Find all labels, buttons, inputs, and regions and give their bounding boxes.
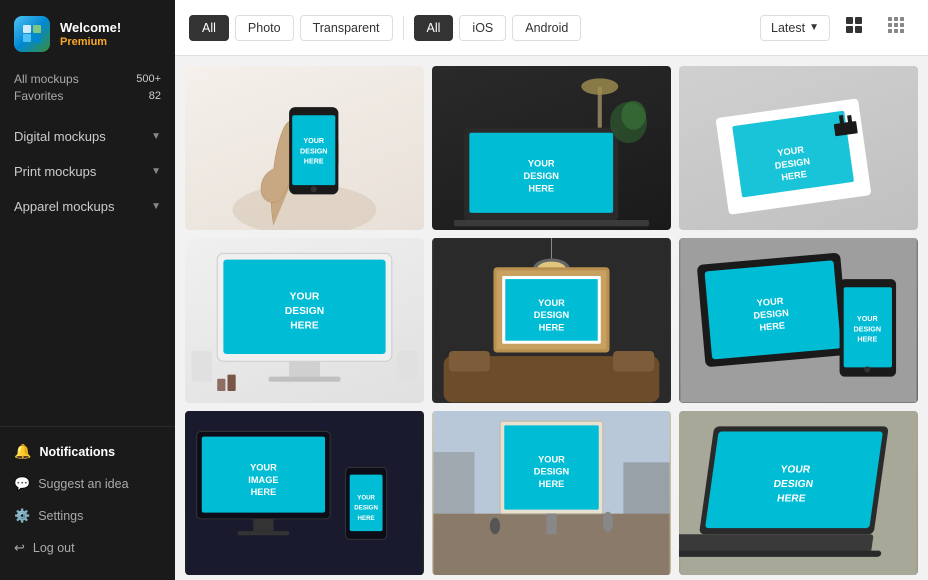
svg-text:HERE: HERE bbox=[251, 487, 277, 497]
svg-text:YOUR: YOUR bbox=[538, 454, 565, 464]
toolbar: All Photo Transparent All iOS Android La… bbox=[175, 0, 928, 56]
sidebar-item-apparel-mockups[interactable]: Apparel mockups ▼ bbox=[0, 189, 175, 224]
multi-device-mockup: YOUR DESIGN HERE YOUR DESIGN HERE bbox=[679, 238, 918, 402]
mockup-card-8[interactable]: YOUR DESIGN HERE bbox=[432, 411, 671, 575]
bell-icon: 🔔 bbox=[14, 443, 31, 460]
stat-all-mockups: All mockups 500+ bbox=[14, 72, 161, 86]
mockup-grid: YOUR DESIGN HERE bbox=[185, 66, 918, 575]
sidebar-item-digital-mockups[interactable]: Digital mockups ▼ bbox=[0, 119, 175, 154]
sort-label: Latest bbox=[771, 21, 805, 35]
svg-text:DESIGN: DESIGN bbox=[524, 171, 560, 181]
logo-title: Welcome! bbox=[60, 20, 121, 36]
laptop-dark-mockup: YOUR DESIGN HERE bbox=[432, 66, 671, 230]
svg-text:YOUR: YOUR bbox=[250, 462, 277, 472]
settings-label: Settings bbox=[38, 509, 83, 523]
svg-text:YOUR: YOUR bbox=[528, 159, 555, 169]
mockup-card-3[interactable]: YOUR DESIGN HERE bbox=[679, 66, 918, 230]
digital-mockups-label: Digital mockups bbox=[14, 129, 106, 144]
svg-text:YOUR: YOUR bbox=[357, 494, 375, 501]
svg-text:YOUR: YOUR bbox=[780, 464, 812, 475]
sidebar-item-print-mockups[interactable]: Print mockups ▼ bbox=[0, 154, 175, 189]
notifications-label: Notifications bbox=[39, 445, 115, 459]
svg-text:HERE: HERE bbox=[857, 336, 877, 344]
grid-3x3-icon bbox=[887, 16, 905, 34]
svg-text:YOUR: YOUR bbox=[538, 298, 565, 308]
logo-subtitle: Premium bbox=[60, 36, 121, 48]
svg-text:HERE: HERE bbox=[539, 479, 565, 489]
logout-icon: ↩ bbox=[14, 540, 25, 556]
svg-text:IMAGE: IMAGE bbox=[248, 475, 278, 485]
stat-label-all: All mockups bbox=[14, 72, 79, 86]
svg-text:DESIGN: DESIGN bbox=[534, 466, 570, 476]
logo-text: Welcome! Premium bbox=[60, 20, 121, 48]
chevron-down-icon: ▼ bbox=[151, 166, 161, 177]
svg-text:DESIGN: DESIGN bbox=[534, 310, 570, 320]
mockup-card-1[interactable]: YOUR DESIGN HERE bbox=[185, 66, 424, 230]
mockup-card-2[interactable]: YOUR DESIGN HERE bbox=[432, 66, 671, 230]
svg-text:HERE: HERE bbox=[528, 183, 554, 193]
mockup-card-9[interactable]: YOUR DESIGN HERE bbox=[679, 411, 918, 575]
gear-icon: ⚙️ bbox=[14, 508, 30, 524]
imac-mockup: YOUR DESIGN HERE bbox=[185, 238, 424, 402]
sidebar-item-logout[interactable]: ↩ Log out bbox=[0, 532, 175, 564]
sort-button[interactable]: Latest ▼ bbox=[760, 15, 830, 41]
svg-text:HERE: HERE bbox=[539, 323, 565, 333]
sidebar-item-notifications[interactable]: 🔔 Notifications bbox=[0, 435, 175, 468]
svg-text:YOUR: YOUR bbox=[303, 137, 325, 145]
svg-text:HERE: HERE bbox=[358, 514, 375, 521]
phone-hand-mockup: YOUR DESIGN HERE bbox=[185, 66, 424, 230]
sidebar-bottom: 🔔 Notifications 💬 Suggest an idea ⚙️ Set… bbox=[0, 426, 175, 580]
chat-icon: 💬 bbox=[14, 476, 30, 492]
sidebar: Welcome! Premium All mockups 500+ Favori… bbox=[0, 0, 175, 580]
svg-text:HERE: HERE bbox=[776, 493, 806, 504]
svg-text:DESIGN: DESIGN bbox=[773, 479, 814, 490]
filter-all-btn[interactable]: All bbox=[189, 15, 229, 41]
svg-text:HERE: HERE bbox=[290, 321, 319, 332]
grid-view-button[interactable] bbox=[836, 10, 872, 45]
svg-text:DESIGN: DESIGN bbox=[854, 326, 882, 334]
svg-text:YOUR: YOUR bbox=[857, 315, 879, 323]
svg-text:DESIGN: DESIGN bbox=[300, 147, 328, 155]
stat-label-fav: Favorites bbox=[14, 89, 63, 103]
poster-dark-mockup: YOUR DESIGN HERE bbox=[432, 238, 671, 402]
chevron-down-icon: ▼ bbox=[151, 131, 161, 142]
dots-view-button[interactable] bbox=[878, 10, 914, 45]
filter-ios-btn[interactable]: iOS bbox=[459, 15, 506, 41]
logout-label: Log out bbox=[33, 541, 75, 555]
mockup-card-6[interactable]: YOUR DESIGN HERE YOUR DESIGN HERE bbox=[679, 238, 918, 402]
logo-icon bbox=[14, 16, 50, 52]
sidebar-stats: All mockups 500+ Favorites 82 bbox=[0, 66, 175, 115]
card-binder-mockup: YOUR DESIGN HERE bbox=[679, 66, 918, 230]
mockup-card-7[interactable]: YOUR IMAGE HERE YOUR DESIGN HERE bbox=[185, 411, 424, 575]
chevron-down-icon: ▼ bbox=[151, 201, 161, 212]
sidebar-item-suggest[interactable]: 💬 Suggest an idea bbox=[0, 468, 175, 500]
laptop-gray-mockup: YOUR DESIGN HERE bbox=[679, 411, 918, 575]
filter-android-btn[interactable]: Android bbox=[512, 15, 581, 41]
suggest-label: Suggest an idea bbox=[38, 477, 128, 491]
grid-2x2-icon bbox=[845, 16, 863, 34]
main-content: All Photo Transparent All iOS Android La… bbox=[175, 0, 928, 580]
svg-text:HERE: HERE bbox=[304, 158, 324, 166]
chevron-down-icon: ▼ bbox=[809, 22, 819, 33]
print-mockups-label: Print mockups bbox=[14, 164, 96, 179]
svg-text:DESIGN: DESIGN bbox=[285, 306, 324, 317]
logo-area: Welcome! Premium bbox=[0, 0, 175, 66]
mockup-card-4[interactable]: YOUR DESIGN HERE bbox=[185, 238, 424, 402]
outdoor-dark-mockup: YOUR IMAGE HERE YOUR DESIGN HERE bbox=[185, 411, 424, 575]
toolbar-divider bbox=[403, 16, 404, 40]
stat-value-fav: 82 bbox=[149, 90, 161, 102]
sidebar-nav: Digital mockups ▼ Print mockups ▼ Appare… bbox=[0, 115, 175, 426]
stat-favorites: Favorites 82 bbox=[14, 89, 161, 103]
apparel-mockups-label: Apparel mockups bbox=[14, 199, 114, 214]
svg-text:YOUR: YOUR bbox=[290, 292, 320, 303]
svg-text:DESIGN: DESIGN bbox=[354, 504, 378, 511]
stat-value-all: 500+ bbox=[136, 73, 161, 85]
mockup-card-5[interactable]: YOUR DESIGN HERE bbox=[432, 238, 671, 402]
mockup-grid-area: YOUR DESIGN HERE bbox=[175, 56, 928, 580]
sidebar-item-settings[interactable]: ⚙️ Settings bbox=[0, 500, 175, 532]
filter-photo-btn[interactable]: Photo bbox=[235, 15, 294, 41]
billboard-mockup: YOUR DESIGN HERE bbox=[432, 411, 671, 575]
filter-transparent-btn[interactable]: Transparent bbox=[300, 15, 393, 41]
filter-all-platform-btn[interactable]: All bbox=[414, 15, 454, 41]
